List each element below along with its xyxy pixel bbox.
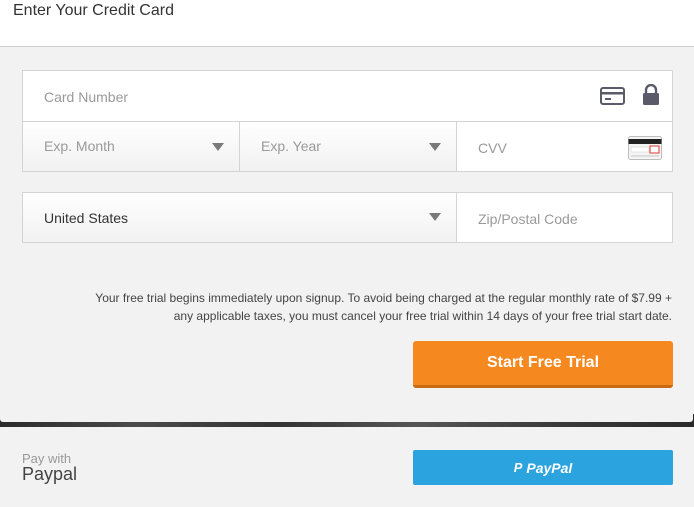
paypal-method-label: Paypal bbox=[22, 464, 78, 484]
paypal-section: Pay with Paypal P PayPal bbox=[0, 427, 694, 507]
country-select[interactable]: United States bbox=[22, 192, 457, 243]
paypal-button[interactable]: P PayPal bbox=[413, 450, 673, 485]
exp-month-select[interactable]: Exp. Month bbox=[22, 121, 240, 172]
exp-year-select[interactable]: Exp. Year bbox=[239, 121, 457, 172]
start-free-trial-button[interactable]: Start Free Trial bbox=[413, 341, 673, 388]
notice-line-2: any applicable taxes, you must cancel yo… bbox=[173, 309, 672, 323]
free-trial-notice: Your free trial begins immediately upon … bbox=[32, 289, 672, 325]
notice-line-1: Your free trial begins immediately upon … bbox=[95, 291, 672, 305]
paypal-logo-icon: P bbox=[513, 460, 523, 475]
credit-card-icon bbox=[600, 87, 625, 110]
page-title: Enter Your Credit Card bbox=[13, 2, 174, 19]
card-number-placeholder: Card Number bbox=[44, 89, 129, 105]
chevron-down-icon bbox=[429, 143, 441, 151]
page-header: Enter Your Credit Card bbox=[0, 0, 694, 47]
exp-month-placeholder: Exp. Month bbox=[44, 138, 115, 154]
paypal-button-label: PayPal bbox=[526, 459, 573, 476]
section-divider bbox=[0, 414, 694, 427]
cvv-placeholder: CVV bbox=[478, 140, 507, 156]
cvv-input[interactable]: CVV bbox=[456, 121, 673, 172]
card-number-input[interactable]: Card Number bbox=[22, 70, 673, 122]
country-selected-value: United States bbox=[44, 210, 129, 226]
exp-year-placeholder: Exp. Year bbox=[261, 138, 321, 154]
lock-icon bbox=[642, 83, 660, 111]
chevron-down-icon bbox=[212, 143, 224, 151]
zip-code-placeholder: Zip/Postal Code bbox=[478, 211, 578, 227]
chevron-down-icon bbox=[429, 213, 441, 221]
cvv-card-icon bbox=[628, 136, 662, 165]
zip-code-input[interactable]: Zip/Postal Code bbox=[456, 192, 673, 243]
